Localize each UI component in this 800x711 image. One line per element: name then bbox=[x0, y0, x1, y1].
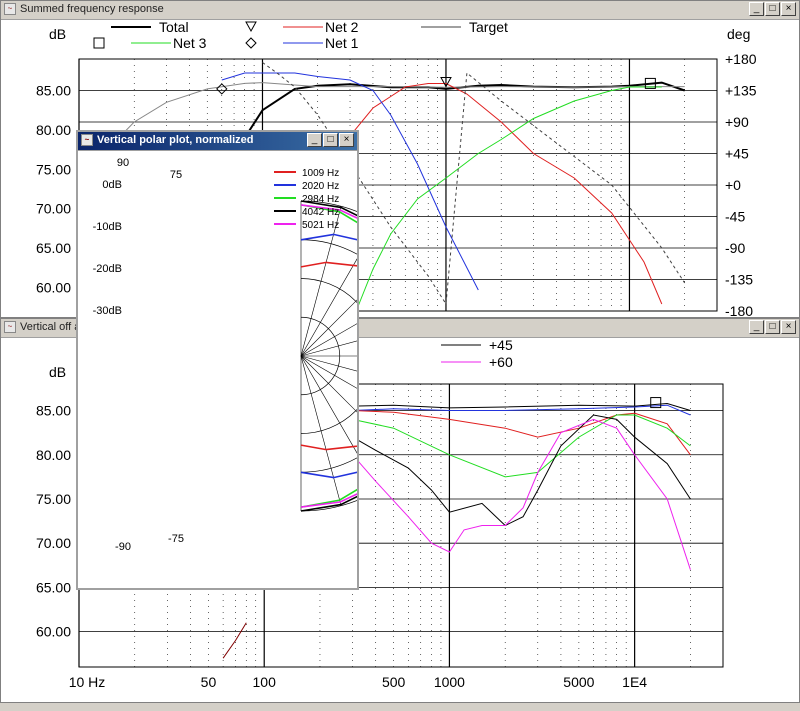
x-tick-label: 5000 bbox=[563, 674, 594, 690]
summed-window-titlebar[interactable]: ~ Summed frequency response _ □ × bbox=[1, 1, 799, 20]
legend-label: +60 bbox=[489, 354, 513, 370]
polar-angle-label: 90 bbox=[117, 157, 129, 169]
y-tick-label: 85.00 bbox=[36, 403, 71, 419]
polar-spoke bbox=[300, 340, 357, 357]
polar-r-label: -30dB bbox=[93, 305, 122, 317]
y-tick-label: 65.00 bbox=[36, 240, 71, 256]
x-tick-label: 50 bbox=[201, 674, 217, 690]
y2-axis-label: deg bbox=[727, 26, 750, 42]
maximize-button[interactable]: □ bbox=[765, 2, 780, 16]
y-tick-label: 60.00 bbox=[36, 624, 71, 640]
polar-spoke bbox=[300, 355, 357, 454]
legend-label: 2020 Hz bbox=[302, 181, 339, 192]
y-tick-label: 75.00 bbox=[36, 161, 71, 177]
y-tick-label: 80.00 bbox=[36, 447, 71, 463]
polar-angle-label: 75 bbox=[170, 169, 182, 181]
y-axis-label: dB bbox=[49, 364, 66, 380]
y-tick-label: 65.00 bbox=[36, 579, 71, 595]
polar-spoke bbox=[300, 258, 357, 357]
polar-angle-label: -75 bbox=[168, 533, 184, 545]
maximize-button[interactable]: □ bbox=[765, 320, 780, 334]
x-tick-label: 1000 bbox=[434, 674, 465, 690]
legend-label: +45 bbox=[489, 337, 513, 353]
y2-tick-label: +135 bbox=[725, 83, 757, 99]
polar-r-label: -20dB bbox=[93, 263, 122, 275]
y2-tick-label: -90 bbox=[725, 240, 745, 256]
legend-label: Total bbox=[159, 19, 189, 35]
close-button[interactable]: × bbox=[781, 320, 796, 334]
x-tick-label: 100 bbox=[253, 674, 277, 690]
legend-label: Net 1 bbox=[325, 35, 359, 51]
polar-r-label: 0dB bbox=[102, 179, 122, 191]
minimize-button[interactable]: _ bbox=[749, 2, 764, 16]
polar-window-titlebar[interactable]: ~ Vertical polar plot, normalized _ □ × bbox=[78, 132, 357, 151]
x-tick-label: 10 Hz bbox=[69, 674, 106, 690]
maximize-button[interactable]: □ bbox=[323, 133, 338, 147]
y-tick-label: 75.00 bbox=[36, 491, 71, 507]
legend-marker bbox=[93, 37, 105, 49]
y2-tick-label: +0 bbox=[725, 177, 741, 193]
legend-label: 5021 Hz bbox=[302, 220, 339, 231]
offaxis-window-title: Vertical off a bbox=[20, 321, 81, 333]
polar-chart: 0dB-10dB-20dB-30dB9075604530150-15-30-45… bbox=[93, 157, 357, 553]
polar-spoke bbox=[300, 355, 342, 506]
polar-spoke bbox=[300, 355, 357, 389]
y2-tick-label: -135 bbox=[725, 272, 753, 288]
y-tick-label: 80.00 bbox=[36, 122, 71, 138]
legend-marker bbox=[245, 37, 257, 49]
legend-label: 2984 Hz bbox=[302, 194, 339, 205]
y-tick-label: 85.00 bbox=[36, 83, 71, 99]
legend-label: 1009 Hz bbox=[302, 168, 339, 179]
minimize-button[interactable]: _ bbox=[749, 320, 764, 334]
summed-window-title: Summed frequency response bbox=[20, 3, 164, 15]
y-tick-label: 60.00 bbox=[36, 279, 71, 295]
legend-label: Target bbox=[469, 19, 508, 35]
legend-label: 4042 Hz bbox=[302, 207, 339, 218]
y2-tick-label: +180 bbox=[725, 51, 757, 67]
close-button[interactable]: × bbox=[339, 133, 354, 147]
y2-tick-label: -180 bbox=[725, 303, 753, 317]
polar-window-title: Vertical polar plot, normalized bbox=[97, 134, 254, 146]
polar-spoke bbox=[300, 323, 357, 357]
polar-plot-window: ~ Vertical polar plot, normalized _ □ × … bbox=[76, 130, 359, 590]
y2-tick-label: +90 bbox=[725, 114, 749, 130]
polar-spoke bbox=[300, 355, 357, 372]
polar-r-label: -10dB bbox=[93, 221, 122, 233]
x-tick-label: 500 bbox=[382, 674, 406, 690]
legend-label: Net 3 bbox=[173, 35, 207, 51]
y2-tick-label: +45 bbox=[725, 146, 749, 162]
legend-marker bbox=[245, 21, 257, 33]
y-tick-label: 70.00 bbox=[36, 201, 71, 217]
legend-label: Net 2 bbox=[325, 19, 359, 35]
y2-tick-label: -45 bbox=[725, 209, 745, 225]
window-icon: ~ bbox=[4, 321, 16, 333]
desktop-strip bbox=[0, 703, 800, 711]
x-tick-label: 1E4 bbox=[622, 674, 647, 690]
window-icon: ~ bbox=[4, 3, 16, 15]
close-button[interactable]: × bbox=[781, 2, 796, 16]
y-tick-label: 70.00 bbox=[36, 535, 71, 551]
window-icon: ~ bbox=[81, 134, 93, 146]
y-axis-label: dB bbox=[49, 26, 66, 42]
minimize-button[interactable]: _ bbox=[307, 133, 322, 147]
polar-angle-label: -90 bbox=[115, 541, 131, 553]
